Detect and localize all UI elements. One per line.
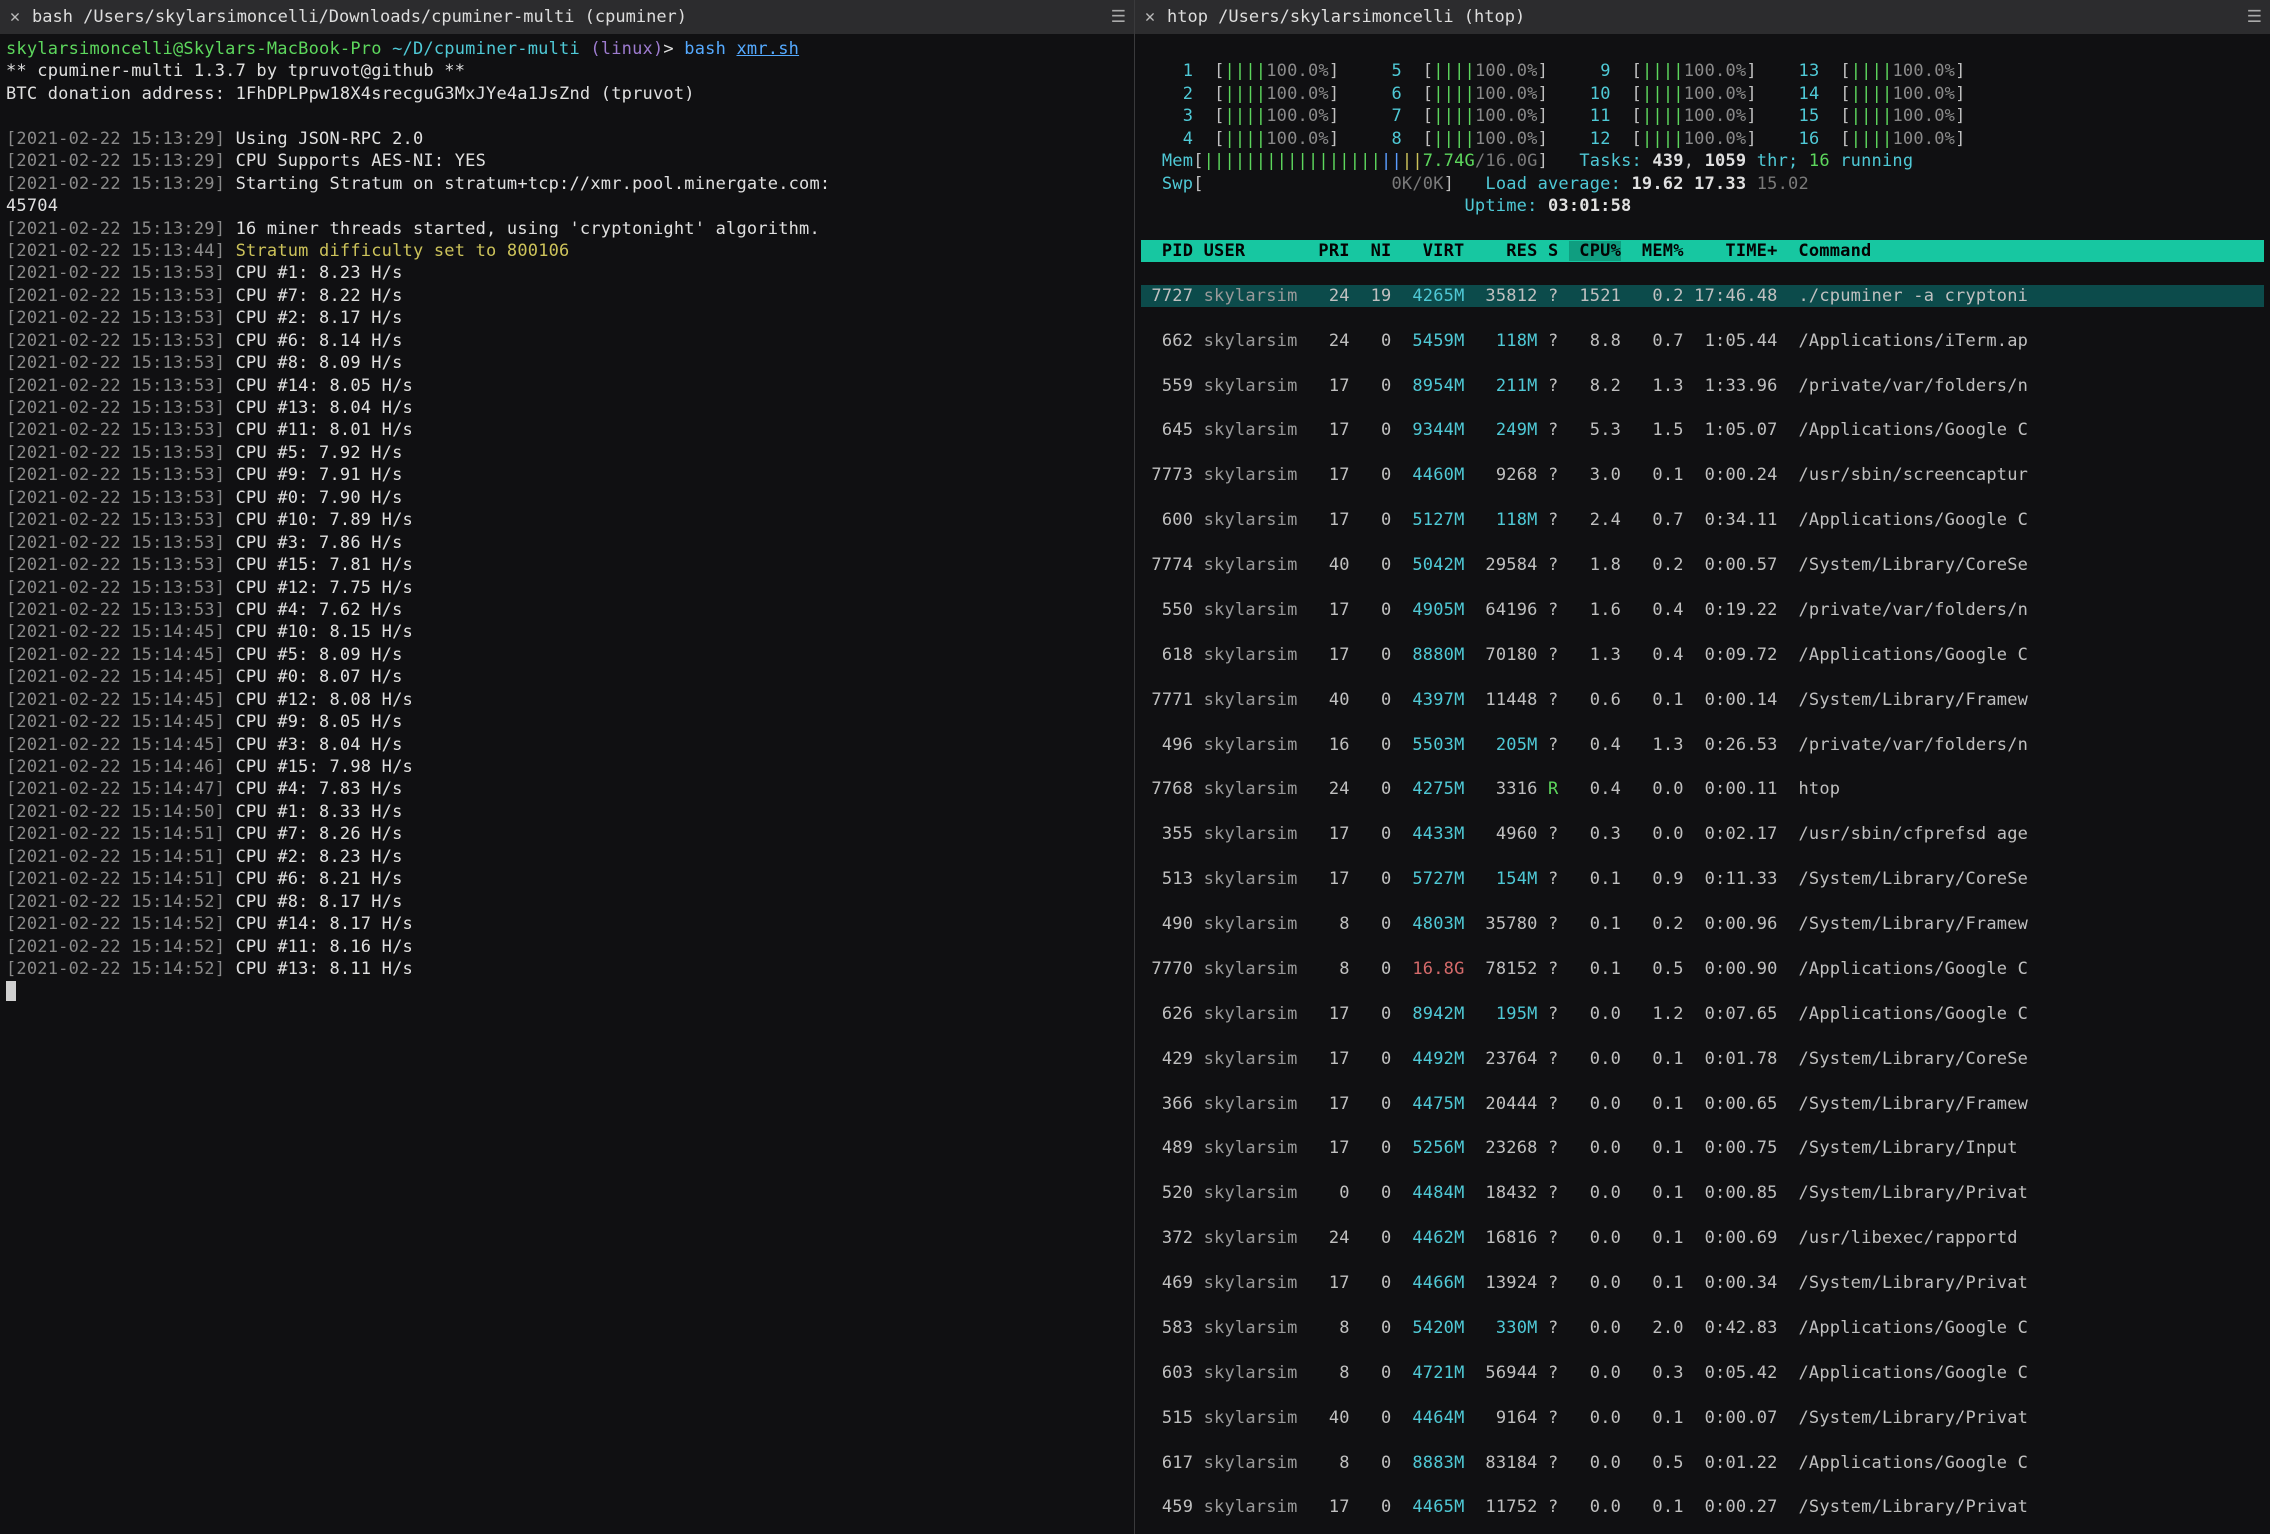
process-row[interactable]: 496 skylarsim 16 0 5503M 205M ? 0.4 1.3 … <box>1141 734 2264 756</box>
process-row[interactable]: 469 skylarsim 17 0 4466M 13924 ? 0.0 0.1… <box>1141 1272 2264 1294</box>
close-icon[interactable]: ✕ <box>8 7 22 27</box>
process-row[interactable]: 603 skylarsim 8 0 4721M 56944 ? 0.0 0.3 … <box>1141 1362 2264 1384</box>
process-row[interactable]: 550 skylarsim 17 0 4905M 64196 ? 1.6 0.4… <box>1141 599 2264 621</box>
process-row[interactable]: 355 skylarsim 17 0 4433M 4960 ? 0.3 0.0 … <box>1141 823 2264 845</box>
process-row[interactable]: 617 skylarsim 8 0 8883M 83184 ? 0.0 0.5 … <box>1141 1452 2264 1474</box>
process-row[interactable]: 7774 skylarsim 40 0 5042M 29584 ? 1.8 0.… <box>1141 554 2264 576</box>
left-terminal[interactable]: skylarsimoncelli@Skylars-MacBook-Pro ~/D… <box>0 34 1134 1534</box>
app-root: ✕ bash /Users/skylarsimoncelli/Downloads… <box>0 0 2270 1534</box>
process-row[interactable]: 662 skylarsim 24 0 5459M 118M ? 8.8 0.7 … <box>1141 330 2264 352</box>
process-row[interactable]: 513 skylarsim 17 0 5727M 154M ? 0.1 0.9 … <box>1141 868 2264 890</box>
process-table-header[interactable]: PID USER PRI NI VIRT RES S CPU% MEM% TIM… <box>1141 240 2264 262</box>
right-terminal[interactable]: 1 [||||100.0%] 5 [||||100.0%] 9 [||||100… <box>1135 34 2270 1534</box>
process-row[interactable]: 626 skylarsim 17 0 8942M 195M ? 0.0 1.2 … <box>1141 1003 2264 1025</box>
process-row[interactable]: 7727 skylarsim 24 19 4265M 35812 ? 1521 … <box>1141 285 2264 307</box>
process-row[interactable]: 489 skylarsim 17 0 5256M 23268 ? 0.0 0.1… <box>1141 1137 2264 1159</box>
close-icon[interactable]: ✕ <box>1143 7 1157 27</box>
process-row[interactable]: 515 skylarsim 40 0 4464M 9164 ? 0.0 0.1 … <box>1141 1407 2264 1429</box>
process-row[interactable]: 600 skylarsim 17 0 5127M 118M ? 2.4 0.7 … <box>1141 509 2264 531</box>
process-row[interactable]: 645 skylarsim 17 0 9344M 249M ? 5.3 1.5 … <box>1141 419 2264 441</box>
process-row[interactable]: 490 skylarsim 8 0 4803M 35780 ? 0.1 0.2 … <box>1141 913 2264 935</box>
left-title: bash /Users/skylarsimoncelli/Downloads/c… <box>32 7 1102 27</box>
process-row[interactable]: 7770 skylarsim 8 0 16.8G 78152 ? 0.1 0.5… <box>1141 958 2264 980</box>
right-pane: ✕ htop /Users/skylarsimoncelli (htop) ☰ … <box>1135 0 2270 1534</box>
process-row[interactable]: 583 skylarsim 8 0 5420M 330M ? 0.0 2.0 0… <box>1141 1317 2264 1339</box>
process-row[interactable]: 7768 skylarsim 24 0 4275M 3316 R 0.4 0.0… <box>1141 778 2264 800</box>
process-row[interactable]: 372 skylarsim 24 0 4462M 16816 ? 0.0 0.1… <box>1141 1227 2264 1249</box>
process-row[interactable]: 559 skylarsim 17 0 8954M 211M ? 8.2 1.3 … <box>1141 375 2264 397</box>
left-titlebar: ✕ bash /Users/skylarsimoncelli/Downloads… <box>0 0 1134 34</box>
menu-icon[interactable]: ☰ <box>1102 7 1126 27</box>
process-row[interactable]: 618 skylarsim 17 0 8880M 70180 ? 1.3 0.4… <box>1141 644 2264 666</box>
process-row[interactable]: 366 skylarsim 17 0 4475M 20444 ? 0.0 0.1… <box>1141 1093 2264 1115</box>
process-row[interactable]: 520 skylarsim 0 0 4484M 18432 ? 0.0 0.1 … <box>1141 1182 2264 1204</box>
right-title: htop /Users/skylarsimoncelli (htop) <box>1167 7 2238 27</box>
menu-icon[interactable]: ☰ <box>2238 7 2262 27</box>
left-pane: ✕ bash /Users/skylarsimoncelli/Downloads… <box>0 0 1135 1534</box>
process-row[interactable]: 429 skylarsim 17 0 4492M 23764 ? 0.0 0.1… <box>1141 1048 2264 1070</box>
right-titlebar: ✕ htop /Users/skylarsimoncelli (htop) ☰ <box>1135 0 2270 34</box>
process-row[interactable]: 7773 skylarsim 17 0 4460M 9268 ? 3.0 0.1… <box>1141 464 2264 486</box>
process-row[interactable]: 7771 skylarsim 40 0 4397M 11448 ? 0.6 0.… <box>1141 689 2264 711</box>
process-row[interactable]: 459 skylarsim 17 0 4465M 11752 ? 0.0 0.1… <box>1141 1496 2264 1518</box>
